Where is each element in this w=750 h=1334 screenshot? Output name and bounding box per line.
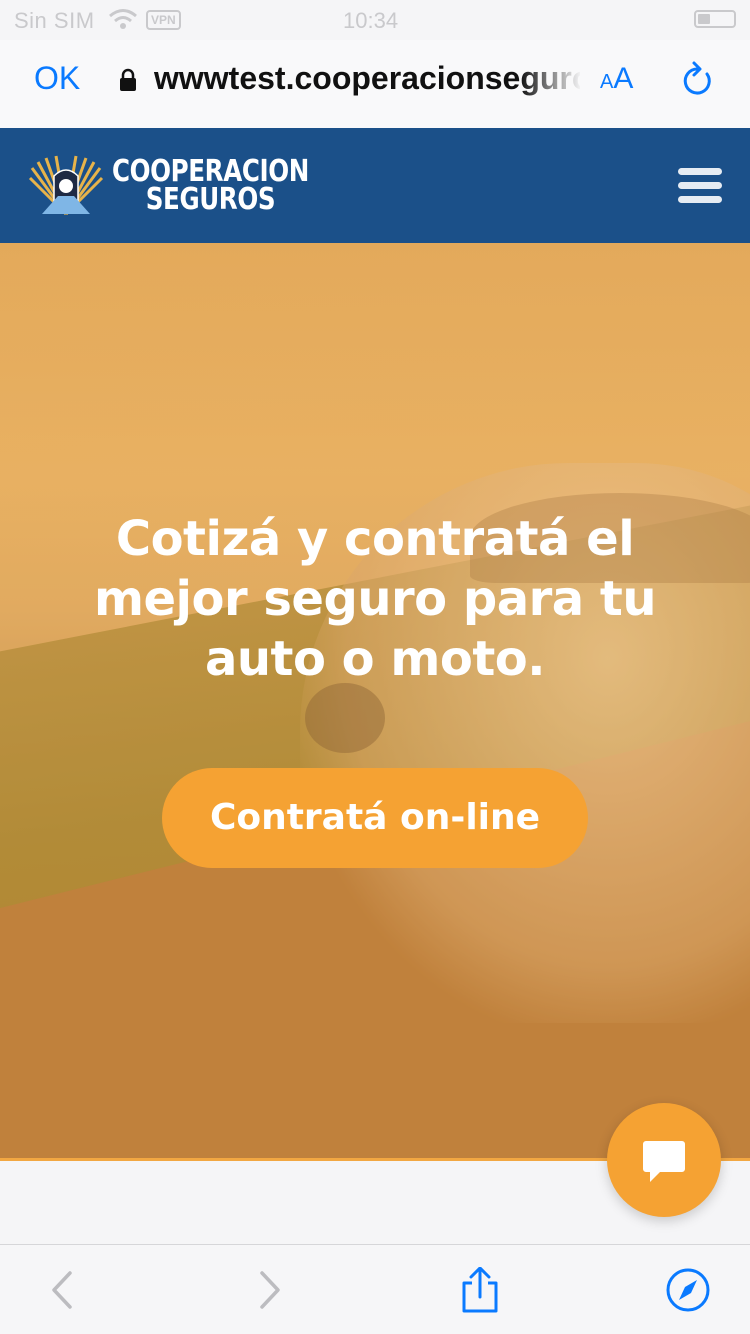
site-header: COOPERACION SEGUROS [0, 128, 750, 243]
menu-bar-top [678, 168, 722, 175]
logo-line-2: SEGUROS [145, 182, 276, 217]
hero-overlay [0, 243, 750, 1160]
text-size-button[interactable]: AA [600, 62, 633, 96]
hamburger-menu-icon[interactable] [678, 168, 722, 204]
clock: 10:34 [343, 8, 399, 33]
compass-icon[interactable] [666, 1267, 710, 1313]
reload-icon[interactable] [680, 60, 714, 98]
url-fade [520, 54, 582, 104]
contract-online-button[interactable]: Contratá on-line [162, 768, 588, 868]
chevron-right-icon[interactable] [248, 1267, 292, 1313]
menu-bar-bottom [678, 196, 722, 203]
browser-toolbar [0, 1244, 750, 1334]
logo-icon[interactable] [28, 154, 104, 216]
share-icon[interactable] [458, 1267, 502, 1313]
hero-banner: Cotizá y contratá el mejor seguro para t… [0, 243, 750, 1160]
text-size-large-glyph: A [613, 62, 634, 95]
address-bar: OK wwwtest.cooperacionseguros.com.ar AA [0, 40, 750, 128]
chat-bubble-icon [643, 1141, 685, 1182]
battery-icon [694, 10, 736, 28]
vpn-badge: VPN [146, 10, 181, 30]
chat-button[interactable] [607, 1103, 721, 1217]
url-field[interactable]: wwwtest.cooperacionseguros.com.ar [154, 60, 580, 97]
logo-text[interactable]: COOPERACION SEGUROS [112, 157, 309, 217]
wifi-icon [109, 9, 137, 29]
carrier-label: Sin SIM [14, 8, 95, 33]
text-size-small-glyph: A [600, 71, 614, 93]
chevron-left-icon[interactable] [40, 1267, 84, 1313]
hero-title: Cotizá y contratá el mejor seguro para t… [93, 511, 657, 687]
done-button[interactable]: OK [34, 60, 80, 97]
menu-bar-middle [678, 182, 722, 189]
lock-icon [120, 68, 136, 91]
status-bar: Sin SIM VPN 10:34 [0, 0, 750, 40]
